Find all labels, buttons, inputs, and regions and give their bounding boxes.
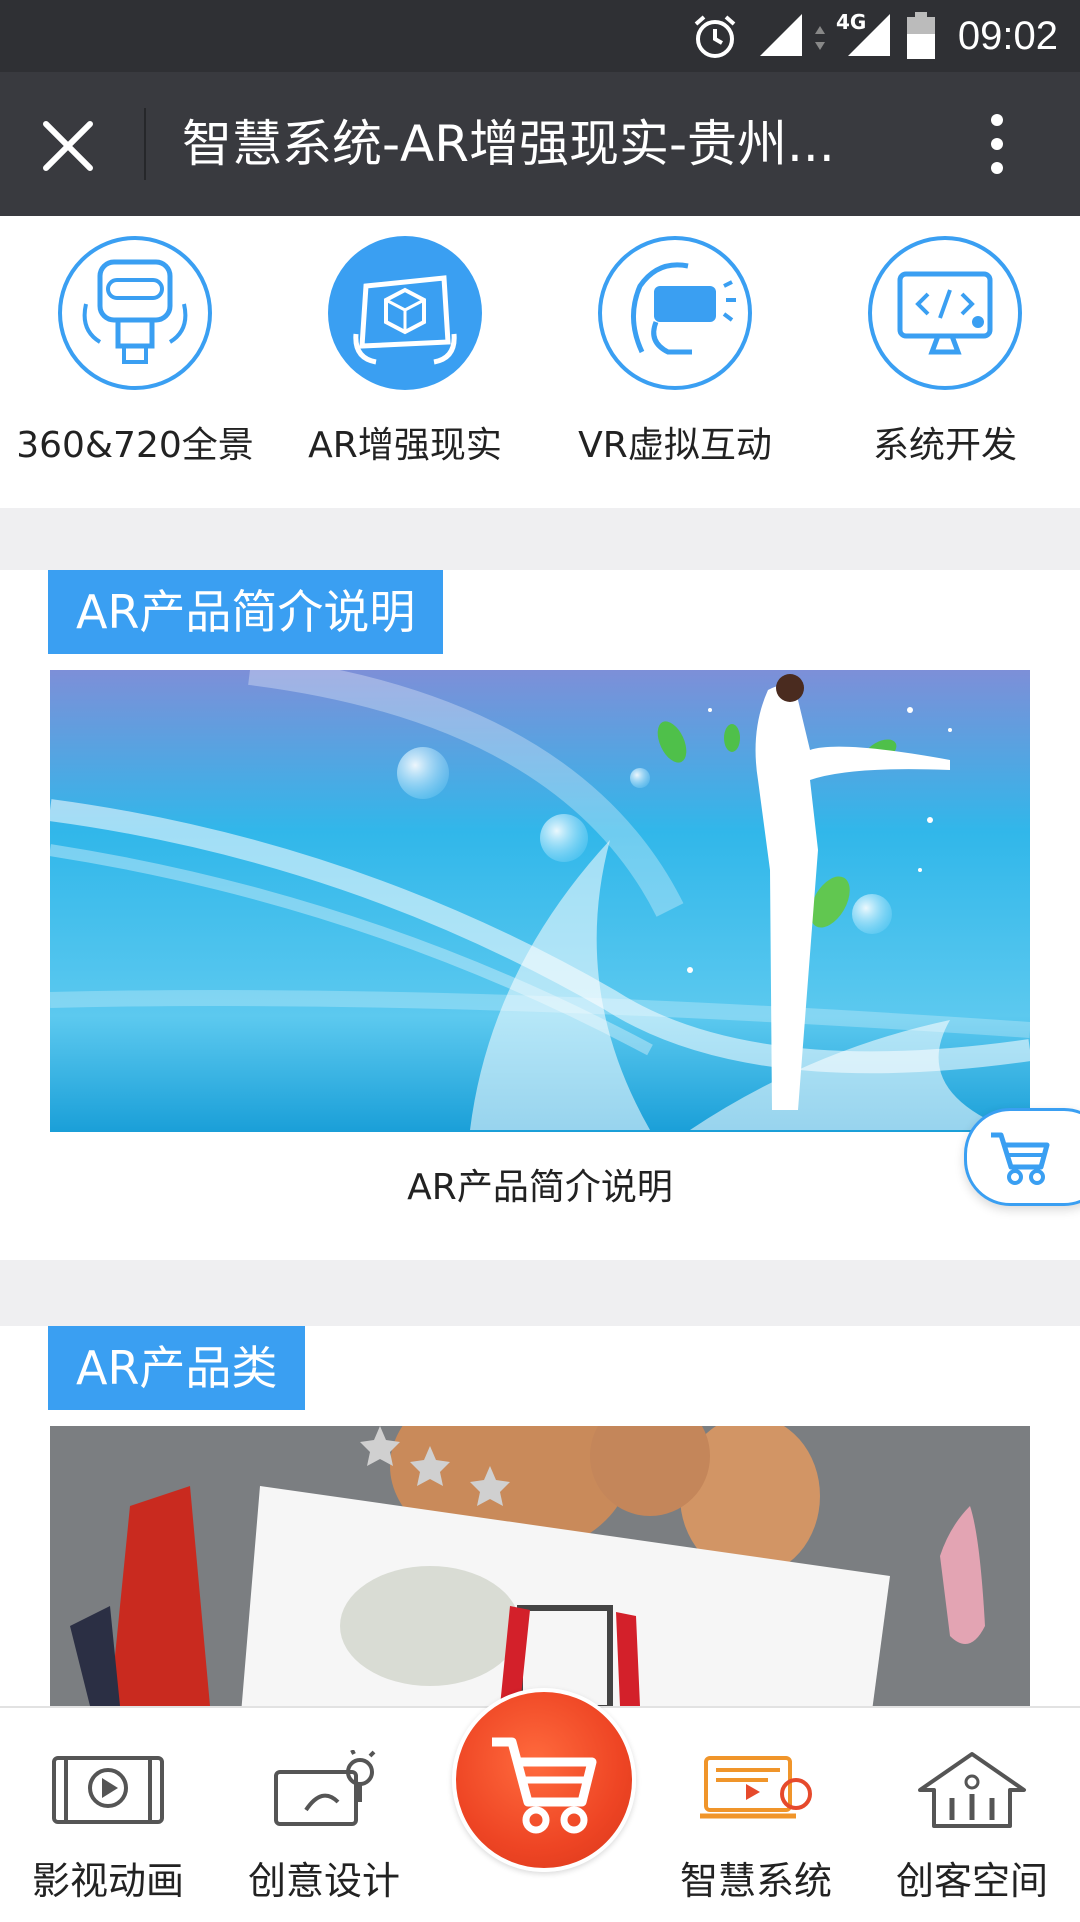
- tab-film-animation[interactable]: 影视动画: [0, 1708, 216, 1922]
- category-nav: 360&720全景 AR增强现实 VR虚拟互动 系统开发: [0, 216, 1080, 508]
- section-tag: AR产品简介说明: [48, 570, 444, 654]
- film-animation-icon: [52, 1756, 164, 1824]
- cart-icon: [492, 1737, 597, 1834]
- category-ar[interactable]: AR增强现实: [270, 234, 540, 484]
- clock: 09:02: [957, 14, 1058, 58]
- category-panorama[interactable]: 360&720全景: [0, 234, 270, 484]
- section-ar-intro: AR产品简介说明 AR产品简介说明: [0, 570, 1080, 1260]
- tab-label: 智慧系统: [679, 1859, 832, 1903]
- ar-card-illustration: [50, 1426, 1030, 1706]
- ar-tablet-icon: [328, 236, 482, 390]
- signal-4g-icon: [848, 14, 890, 56]
- tab-maker-space[interactable]: 创客空间: [864, 1708, 1080, 1922]
- tab-creative-design[interactable]: 创意设计: [216, 1708, 432, 1922]
- center-cart-button[interactable]: [452, 1688, 636, 1872]
- section-caption: AR产品简介说明: [407, 1167, 673, 1208]
- banner-water-illustration: [50, 670, 1030, 1132]
- floating-cart-button[interactable]: [964, 1108, 1080, 1206]
- maker-space-icon: [918, 1752, 1026, 1828]
- category-label: 360&720全景: [16, 425, 254, 466]
- status-bar: 4G 09:02: [0, 0, 1080, 72]
- tab-label: 创意设计: [247, 1859, 400, 1903]
- category-system-dev[interactable]: 系统开发: [810, 234, 1080, 484]
- tab-smart-system[interactable]: 智慧系统: [648, 1708, 864, 1922]
- section-tag: AR产品类: [48, 1326, 306, 1410]
- section-ar-products: AR产品类: [0, 1326, 1080, 1706]
- close-icon[interactable]: [38, 116, 98, 176]
- cart-icon: [991, 1132, 1050, 1185]
- category-vr[interactable]: VR虚拟互动: [540, 234, 810, 484]
- data-arrows-icon: [815, 26, 825, 50]
- tab-label: 创客空间: [895, 1859, 1048, 1903]
- signal-icon: [760, 14, 802, 56]
- vr-headset-icon: [598, 236, 752, 390]
- category-label: AR增强现实: [308, 425, 502, 466]
- title-bar: 智慧系统-AR增强现实-贵州...: [0, 72, 1080, 216]
- code-monitor-icon: [868, 236, 1022, 390]
- section-product-image[interactable]: [50, 1426, 1030, 1706]
- creative-design-icon: [274, 1750, 376, 1826]
- tab-label: 影视动画: [31, 1859, 184, 1903]
- more-options-icon[interactable]: [980, 112, 1014, 176]
- category-label: 系统开发: [872, 425, 1017, 466]
- section-banner-image[interactable]: [50, 670, 1030, 1132]
- smart-system-icon: [700, 1756, 812, 1819]
- title-divider: [144, 108, 146, 180]
- category-label: VR虚拟互动: [578, 425, 772, 466]
- alarm-icon: [694, 15, 736, 58]
- page-title: 智慧系统-AR增强现实-贵州...: [182, 115, 835, 173]
- panorama-vr-icon: [58, 236, 212, 390]
- battery-icon: [907, 12, 935, 59]
